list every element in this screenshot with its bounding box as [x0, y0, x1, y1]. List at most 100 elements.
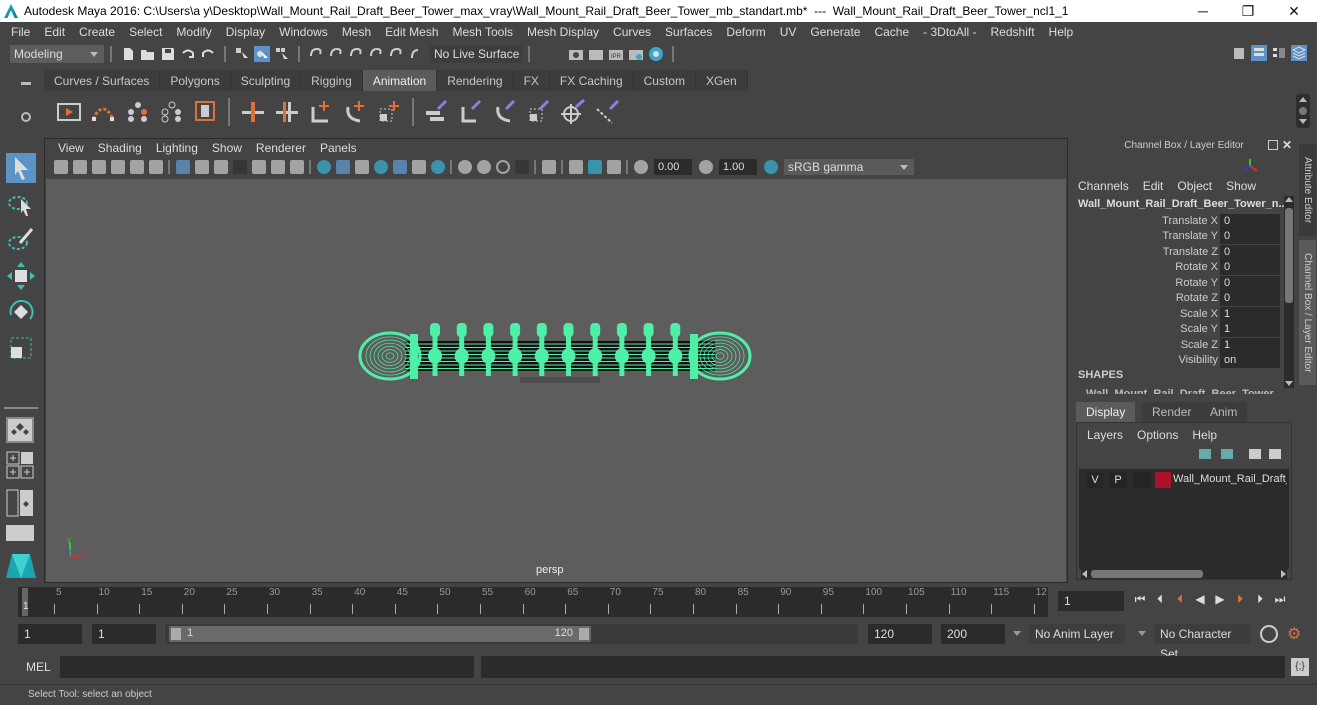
persp-outliner-layout-icon[interactable] — [6, 489, 34, 517]
field-chart-icon[interactable] — [251, 160, 266, 174]
menu-modify[interactable]: Modify — [169, 25, 218, 39]
channel-value[interactable]: 1 — [1220, 322, 1280, 337]
layer-hscrollbar[interactable] — [1081, 569, 1287, 579]
camera-attributes-icon[interactable] — [72, 160, 87, 174]
resolution-gate-icon[interactable] — [213, 160, 228, 174]
use-all-lights-icon[interactable] — [411, 160, 426, 174]
viewport-menu-show[interactable]: Show — [205, 141, 249, 155]
image-plane-icon[interactable] — [110, 160, 125, 174]
tab-fx[interactable]: FX — [513, 70, 550, 91]
layer-row[interactable]: V P Wall_Mount_Rail_Draft_Beer_Tower — [1081, 472, 1289, 488]
depth-of-field-icon[interactable] — [514, 160, 529, 174]
layer-menu-layers[interactable]: Layers — [1087, 428, 1123, 442]
viewport-menu-lighting[interactable]: Lighting — [149, 141, 205, 155]
render-settings-icon[interactable] — [628, 46, 644, 62]
menu-deform[interactable]: Deform — [719, 25, 772, 39]
character-set-dropdown-icon[interactable] — [1138, 631, 1146, 636]
layer-playback-toggle[interactable]: P — [1109, 472, 1127, 488]
shelf-scroll-up-icon[interactable] — [1299, 97, 1307, 102]
snap-view-plane-icon[interactable] — [368, 46, 384, 62]
menu-mesh[interactable]: Mesh — [335, 25, 378, 39]
viewport-menu-view[interactable]: View — [51, 141, 91, 155]
new-scene-icon[interactable] — [120, 46, 136, 62]
float-panel-icon[interactable] — [1268, 140, 1278, 150]
channel-visibility[interactable]: Visibility on — [1072, 353, 1282, 368]
channel-value[interactable]: 0 — [1220, 214, 1280, 229]
xray-icon[interactable] — [568, 160, 583, 174]
tab-sculpting[interactable]: Sculpting — [230, 70, 302, 91]
four-view-layout-icon[interactable] — [6, 451, 34, 479]
menu-windows[interactable]: Windows — [272, 25, 335, 39]
cb-menu-channels[interactable]: Channels — [1078, 179, 1129, 193]
channel-translate-x[interactable]: Translate X0 — [1072, 214, 1282, 229]
wireframe-icon[interactable] — [316, 160, 331, 174]
shelf-scroll[interactable] — [1296, 94, 1310, 128]
set-key-icon[interactable] — [124, 99, 150, 125]
wireframe-on-shaded-icon[interactable] — [373, 160, 388, 174]
channel-value[interactable]: 0 — [1220, 276, 1280, 291]
parent-link-icon[interactable] — [424, 99, 450, 125]
shadows-icon[interactable] — [430, 160, 445, 174]
scroll-left-icon[interactable] — [1082, 570, 1087, 578]
modeling-toolkit-icon[interactable] — [1231, 45, 1247, 61]
script-editor-icon[interactable]: {;} — [1291, 658, 1309, 676]
xray-joints-icon[interactable] — [606, 160, 621, 174]
move-layer-down-icon[interactable] — [1221, 449, 1233, 459]
close-panel-icon[interactable]: ✕ — [1282, 138, 1294, 152]
command-language-toggle[interactable]: MEL — [26, 660, 51, 674]
ipr-render-icon[interactable]: IPR — [608, 46, 624, 62]
select-by-object-icon[interactable] — [254, 46, 270, 62]
parent-constraint-icon[interactable] — [240, 99, 266, 125]
cb-menu-edit[interactable]: Edit — [1143, 179, 1164, 193]
tab-fx-caching[interactable]: FX Caching — [549, 70, 634, 91]
step-forward-frame-button[interactable]: ⏵ — [1253, 592, 1267, 606]
close-button[interactable]: ✕ — [1271, 0, 1317, 22]
scroll-thumb[interactable] — [1285, 208, 1293, 303]
menu-curves[interactable]: Curves — [606, 25, 658, 39]
tab-curves-surfaces[interactable]: Curves / Surfaces — [44, 70, 161, 91]
playback-start-field[interactable]: 1 — [92, 624, 156, 644]
menu-file[interactable]: File — [4, 25, 37, 39]
snap-point-icon[interactable] — [348, 46, 364, 62]
layer-color-swatch[interactable] — [1155, 472, 1171, 488]
play-backwards-button[interactable]: ◀ — [1193, 592, 1207, 606]
undo-icon[interactable] — [180, 46, 196, 62]
channel-value[interactable]: 0 — [1220, 260, 1280, 275]
gamma-icon[interactable] — [698, 160, 713, 174]
redo-icon[interactable] — [200, 46, 216, 62]
graph-editor-icon[interactable] — [90, 99, 116, 125]
play-forwards-button[interactable]: ▶ — [1213, 592, 1227, 606]
manipulator-axis-icon[interactable] — [1242, 158, 1258, 174]
move-tool-button[interactable] — [6, 261, 36, 291]
viewport-menu-renderer[interactable]: Renderer — [249, 141, 313, 155]
hscroll-thumb[interactable] — [1091, 570, 1203, 578]
exposure-icon[interactable] — [633, 160, 648, 174]
new-layer-icon[interactable] — [1249, 449, 1261, 459]
anim-layer-dropdown-icon[interactable] — [1013, 631, 1021, 636]
tab-channel-box-layer-editor[interactable]: Channel Box / Layer Editor — [1299, 240, 1316, 385]
use-default-material-icon[interactable] — [354, 160, 369, 174]
command-input[interactable] — [60, 656, 474, 678]
color-space-dropdown[interactable]: sRGB gamma — [784, 159, 914, 175]
tab-rendering[interactable]: Rendering — [437, 70, 514, 91]
layer-tab-render[interactable]: Render — [1142, 402, 1202, 422]
xray-active-components-icon[interactable] — [587, 160, 602, 174]
restore-button[interactable]: ❐ — [1225, 0, 1271, 22]
safe-title-icon[interactable] — [289, 160, 304, 174]
single-perspective-layout-icon[interactable] — [6, 417, 34, 443]
layer-menu-options[interactable]: Options — [1137, 428, 1178, 442]
point-link-icon[interactable] — [458, 99, 484, 125]
grease-pencil-icon[interactable] — [148, 160, 163, 174]
playblast-icon[interactable] — [56, 99, 82, 125]
aim-link-icon[interactable] — [594, 99, 620, 125]
shape-node-item[interactable]: Wall_Mount_Rail_Draft_Beer_Tower... — [1086, 384, 1276, 394]
film-gate-icon[interactable] — [194, 160, 209, 174]
animation-preferences-icon[interactable]: ⚙ — [1287, 624, 1307, 644]
screen-space-ao-icon[interactable] — [457, 160, 472, 174]
range-end-handle[interactable] — [579, 628, 589, 640]
smooth-shade-icon[interactable] — [335, 160, 350, 174]
channel-value[interactable]: 1 — [1220, 338, 1280, 353]
safe-action-icon[interactable] — [270, 160, 285, 174]
range-start-handle[interactable] — [171, 628, 181, 640]
tab-animation[interactable]: Animation — [362, 70, 438, 91]
